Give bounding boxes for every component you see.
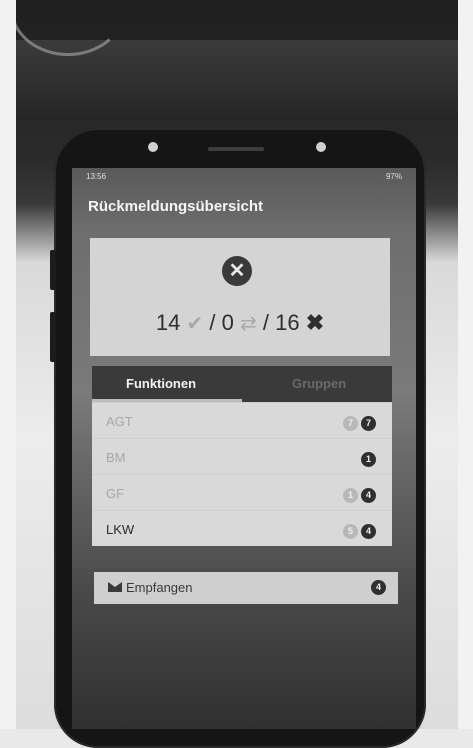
list-item-bm[interactable]: BM 1 <box>92 438 392 475</box>
list-item-label: BM <box>106 450 126 465</box>
list-item-label: AGT <box>106 414 133 429</box>
count-badge: 4 <box>361 524 376 539</box>
count-badge: 7 <box>361 416 376 431</box>
received-button[interactable]: Empfangen 4 <box>94 572 398 604</box>
count-badge: 4 <box>361 488 376 503</box>
page-title: Rückmeldungsübersicht <box>88 198 264 215</box>
list-item-gf[interactable]: GF 14 <box>92 474 392 511</box>
response-counts: 14 ✔ / 0 ⇄ / 16 ✖ <box>155 310 325 335</box>
status-bar: 13:56 97% <box>86 172 402 184</box>
sensor <box>316 142 326 152</box>
declined-count: 16 <box>275 310 300 335</box>
list-item-label: GF <box>106 486 125 501</box>
x-circle-icon: ✕ <box>222 256 252 286</box>
tab-gruppen[interactable]: Gruppen <box>292 366 346 402</box>
swap-icon: ⇄ <box>239 313 257 335</box>
bixby-button <box>50 312 56 362</box>
envelope-icon <box>108 582 122 592</box>
confirmed-count: 14 <box>155 310 181 335</box>
summary-card: ✕ 14 ✔ / 0 ⇄ / 16 ✖ <box>90 238 390 356</box>
x-icon: ✖ <box>305 310 325 335</box>
right-border <box>458 0 473 729</box>
received-count-badge: 4 <box>371 580 386 595</box>
list-item-agt[interactable]: AGT 77 <box>92 402 392 439</box>
neutral-count: 0 <box>221 310 234 335</box>
count-badge: 7 <box>343 416 358 431</box>
list-item-label: LKW <box>106 522 135 537</box>
functions-panel: Funktionen Gruppen AGT 77 BM 1 GF 14 LKW <box>92 366 392 546</box>
status-time: 13:56 <box>86 172 107 181</box>
count-badge: 1 <box>361 452 376 467</box>
count-badge: 5 <box>343 524 358 539</box>
front-camera <box>148 142 158 152</box>
list-item-lkw[interactable]: LKW 54 <box>92 510 392 546</box>
check-icon: ✔ <box>186 313 204 335</box>
tab-funktionen[interactable]: Funktionen <box>126 366 196 402</box>
left-border <box>0 0 16 729</box>
earpiece-speaker <box>208 147 264 151</box>
count-badge: 1 <box>343 488 358 503</box>
phone-screen: 13:56 97% Rückmeldungsübersicht ✕ 14 ✔ /… <box>72 168 416 729</box>
status-battery: 97% <box>385 172 402 181</box>
tab-bar: Funktionen Gruppen <box>92 366 392 402</box>
received-label: Empfangen <box>126 580 193 595</box>
volume-button <box>50 250 56 290</box>
